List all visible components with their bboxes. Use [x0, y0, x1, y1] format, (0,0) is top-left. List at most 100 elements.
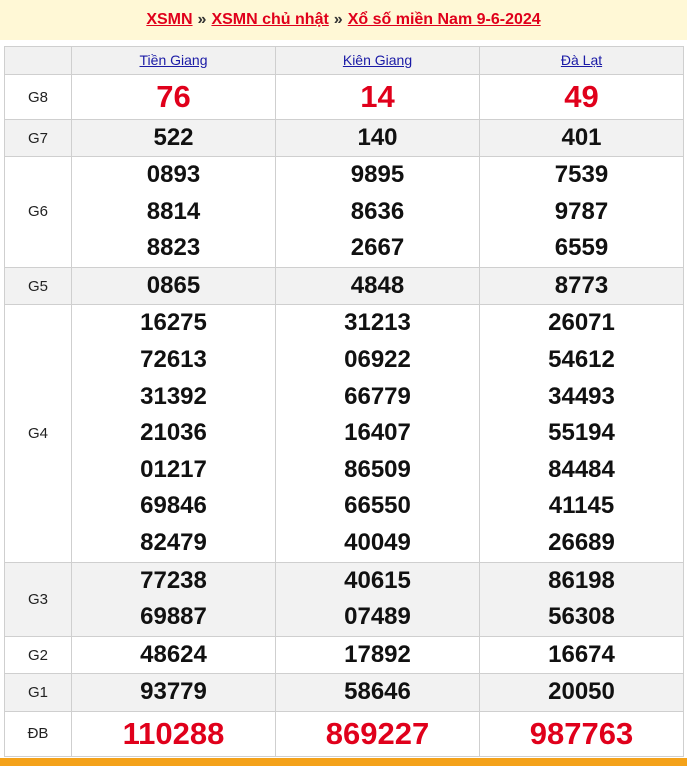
results-table: Tiền Giang Kiên Giang Đà Lạt G8 76 14 49 G7 5…	[4, 46, 684, 757]
prize-number: 93779	[140, 678, 207, 706]
province-header: Kiên Giang	[275, 46, 480, 75]
prize-label: G8	[4, 74, 72, 120]
footer-bar	[0, 758, 687, 766]
prize-number: 0893	[146, 161, 201, 188]
prize-number: 26689	[548, 528, 615, 556]
prize-number: 56308	[548, 603, 615, 631]
prize-label: G3	[4, 561, 72, 637]
prize-number: 16674	[548, 640, 615, 668]
prize-cell: 16674	[479, 635, 684, 675]
prize-cell: 8773	[479, 266, 684, 306]
prize-cell: 40615 07489	[275, 561, 480, 637]
prize-number: 31392	[140, 382, 207, 410]
prize-number: 54612	[548, 345, 615, 373]
prize-number: 06922	[344, 345, 411, 373]
prize-number: 69887	[140, 603, 207, 631]
prize-number: 49	[564, 79, 599, 114]
prize-label: G5	[4, 266, 72, 306]
province-header: Tiền Giang	[71, 46, 276, 75]
prize-cell: 20050	[479, 673, 684, 712]
prize-number: 34493	[548, 382, 615, 410]
prize-number: 8773	[554, 271, 609, 299]
prize-number: 41145	[548, 492, 615, 520]
prize-number: 987763	[529, 715, 634, 751]
prize-number: 66550	[344, 492, 411, 520]
province-link-tien-giang[interactable]: Tiền Giang	[140, 52, 208, 68]
province-header-row: Tiền Giang Kiên Giang Đà Lạt	[4, 46, 684, 75]
breadcrumb-xsmn-link[interactable]: XSMN	[146, 11, 192, 29]
prize-cell: 31213 06922 66779 16407 86509 66550 40049	[275, 304, 480, 563]
prize-number: 7539	[554, 161, 609, 188]
prize-number: 16407	[344, 419, 411, 447]
prize-number: 110288	[122, 715, 225, 751]
breadcrumb-separator: »	[197, 11, 207, 28]
prize-number: 01217	[140, 455, 207, 483]
prize-cell: 7539 9787 6559	[479, 156, 684, 268]
prize-cell: 4848	[275, 266, 480, 306]
prize-cell: 14	[275, 74, 480, 120]
prize-number: 86198	[548, 566, 615, 594]
prize-number: 31213	[344, 309, 411, 337]
prize-label: G2	[4, 635, 72, 675]
prize-number: 55194	[548, 419, 615, 447]
prize-number: 16275	[140, 309, 207, 337]
prize-number: 522	[153, 124, 194, 151]
breadcrumb-day-link[interactable]: XSMN chủ nhật	[211, 11, 328, 29]
prize-cell: 26071 54612 34493 55194 84484 41145 26689	[479, 304, 684, 563]
prize-row: G4 16275 72613 31392 21036 01217 69846 82479 312…	[4, 304, 684, 563]
prize-cell: 17892	[275, 635, 480, 675]
prize-label: ĐB	[4, 710, 72, 757]
prize-cell: 522	[71, 119, 276, 157]
prize-number: 401	[561, 124, 602, 151]
prize-number: 76	[156, 79, 191, 114]
prize-number: 0865	[146, 271, 201, 299]
prize-row: G2 48624 17892 16674	[4, 635, 684, 675]
province-link-kien-giang[interactable]: Kiên Giang	[343, 52, 412, 68]
prize-number: 8814	[146, 197, 201, 225]
prize-cell: 86198 56308	[479, 561, 684, 637]
prize-cell: 48624	[71, 635, 276, 675]
province-link-da-lat[interactable]: Đà Lạt	[561, 52, 602, 68]
prize-cell: 93779	[71, 673, 276, 712]
prize-number: 26071	[548, 309, 615, 337]
prize-row: ĐB 110288 869227 987763	[4, 710, 684, 757]
prize-number: 8636	[350, 197, 405, 225]
prize-label: G7	[4, 119, 72, 157]
prize-cell: 77238 69887	[71, 561, 276, 637]
prize-number: 140	[357, 124, 398, 151]
prize-cell: 76	[71, 74, 276, 120]
prize-cell: 987763	[479, 710, 684, 757]
prize-cell: 869227	[275, 710, 480, 757]
prize-number: 48624	[140, 640, 207, 668]
prize-number: 9787	[554, 197, 609, 225]
prize-cell: 9895 8636 2667	[275, 156, 480, 268]
prize-cell: 110288	[71, 710, 276, 757]
prize-number: 82479	[140, 528, 207, 556]
prize-row: G6 0893 8814 8823 9895 8636 2667 7539 9787 6559	[4, 156, 684, 268]
prize-number: 4848	[350, 271, 405, 299]
prize-number: 66779	[344, 382, 411, 410]
prize-cell: 16275 72613 31392 21036 01217 69846 82479	[71, 304, 276, 563]
prize-label: G4	[4, 304, 72, 563]
prize-number: 84484	[548, 455, 615, 483]
prize-cell: 0893 8814 8823	[71, 156, 276, 268]
prize-row: G7 522 140 401	[4, 119, 684, 157]
prize-number: 21036	[140, 419, 207, 447]
prize-label: G1	[4, 673, 72, 712]
prize-number: 40615	[344, 566, 411, 594]
header-blank-cell	[4, 46, 72, 75]
prize-cell: 140	[275, 119, 480, 157]
prize-number: 6559	[554, 234, 609, 262]
prize-row: G8 76 14 49	[4, 74, 684, 120]
prize-cell: 401	[479, 119, 684, 157]
page-title-link[interactable]: Xổ số miền Nam 9-6-2024	[348, 11, 541, 29]
prize-number: 17892	[344, 640, 411, 668]
breadcrumb: XSMN » XSMN chủ nhật » Xổ số miền Nam 9-…	[0, 0, 687, 40]
prize-row: G3 77238 69887 40615 07489 86198 56308	[4, 561, 684, 637]
prize-number: 9895	[350, 161, 405, 188]
prize-label: G6	[4, 156, 72, 268]
prize-row: G5 0865 4848 8773	[4, 266, 684, 306]
prize-number: 69846	[140, 492, 207, 520]
prize-cell: 49	[479, 74, 684, 120]
prize-number: 72613	[140, 345, 207, 373]
